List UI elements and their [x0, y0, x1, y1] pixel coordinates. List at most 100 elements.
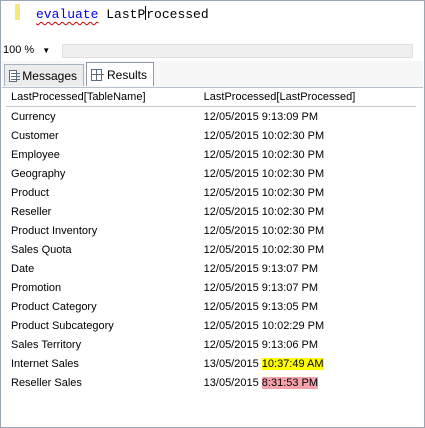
time-value: 9:13:09 PM — [261, 110, 319, 123]
table-row: Internet Sales 13/05/2015 10:37:49 AM — [6, 354, 416, 373]
time-value: 8:31:53 PM — [261, 376, 319, 389]
cell-table-name[interactable]: Reseller Sales — [6, 373, 199, 392]
date-value: 12/05/2015 — [203, 129, 259, 142]
cell-table-name[interactable]: Promotion — [6, 278, 199, 297]
column-header-table-name[interactable]: LastProcessed[TableName] — [6, 88, 199, 107]
tab-results-label: Results — [106, 67, 147, 82]
results-table: LastProcessed[TableName] LastProcessed[L… — [6, 88, 416, 392]
cell-table-name[interactable]: Geography — [6, 164, 199, 183]
date-value: 12/05/2015 — [203, 224, 259, 237]
query-editor[interactable]: evaluate LastProcessed — [2, 2, 423, 40]
zoom-dropdown[interactable]: 100 % ▼ — [3, 42, 50, 58]
table-header-row: LastProcessed[TableName] LastProcessed[L… — [6, 88, 416, 107]
results-grid: LastProcessed[TableName] LastProcessed[L… — [2, 88, 423, 426]
time-value: 10:02:30 PM — [261, 243, 325, 256]
cell-table-name[interactable]: Product — [6, 183, 199, 202]
date-value: 12/05/2015 — [203, 281, 259, 294]
editor-margin — [2, 2, 24, 40]
time-value: 10:02:30 PM — [261, 148, 325, 161]
tab-messages[interactable]: Messages — [4, 64, 84, 86]
time-value: 9:13:05 PM — [261, 300, 319, 313]
cell-last-processed[interactable]: 12/05/2015 9:13:06 PM — [199, 335, 416, 354]
change-marker — [15, 4, 20, 20]
cell-table-name[interactable]: Product Subcategory — [6, 316, 199, 335]
table-row: Geography 12/05/2015 10:02:30 PM — [6, 164, 416, 183]
date-value: 13/05/2015 — [203, 376, 259, 389]
cell-last-processed[interactable]: 13/05/2015 10:37:49 AM — [199, 354, 416, 373]
cell-table-name[interactable]: Reseller — [6, 202, 199, 221]
zoom-value: 100 % — [3, 44, 35, 56]
cell-table-name[interactable]: Internet Sales — [6, 354, 199, 373]
time-value: 9:13:07 PM — [261, 262, 319, 275]
table-row: Date 12/05/2015 9:13:07 PM — [6, 259, 416, 278]
cell-table-name[interactable]: Date — [6, 259, 199, 278]
cell-last-processed[interactable]: 12/05/2015 9:13:07 PM — [199, 278, 416, 297]
code-text-before-caret: LastP — [106, 7, 146, 22]
cell-table-name[interactable]: Currency — [6, 107, 199, 127]
time-value: 10:02:30 PM — [261, 167, 325, 180]
grid-icon — [91, 68, 104, 81]
date-value: 12/05/2015 — [203, 338, 259, 351]
cell-table-name[interactable]: Sales Quota — [6, 240, 199, 259]
tab-messages-label: Messages — [22, 68, 77, 83]
cell-last-processed[interactable]: 12/05/2015 10:02:30 PM — [199, 202, 416, 221]
date-value: 12/05/2015 — [203, 262, 259, 275]
cell-last-processed[interactable]: 12/05/2015 10:02:30 PM — [199, 145, 416, 164]
date-value: 12/05/2015 — [203, 167, 259, 180]
table-row: Customer 12/05/2015 10:02:30 PM — [6, 126, 416, 145]
cell-last-processed[interactable]: 12/05/2015 10:02:30 PM — [199, 164, 416, 183]
zoom-bar: 100 % ▼ — [2, 41, 423, 59]
time-value: 10:02:29 PM — [261, 319, 325, 332]
cell-last-processed[interactable]: 12/05/2015 9:13:07 PM — [199, 259, 416, 278]
cell-table-name[interactable]: Product Inventory — [6, 221, 199, 240]
results-tabs: Messages Results — [2, 61, 423, 88]
cell-last-processed[interactable]: 12/05/2015 9:13:05 PM — [199, 297, 416, 316]
date-value: 12/05/2015 — [203, 243, 259, 256]
cell-last-processed[interactable]: 12/05/2015 10:02:30 PM — [199, 240, 416, 259]
cell-table-name[interactable]: Customer — [6, 126, 199, 145]
messages-icon — [9, 69, 21, 82]
time-value: 9:13:07 PM — [261, 281, 319, 294]
time-value: 10:02:30 PM — [261, 129, 325, 142]
cell-table-name[interactable]: Employee — [6, 145, 199, 164]
table-row: Reseller Sales 13/05/2015 8:31:53 PM — [6, 373, 416, 392]
table-row: Product Inventory 12/05/2015 10:02:30 PM — [6, 221, 416, 240]
table-row: Product Subcategory 12/05/2015 10:02:29 P… — [6, 316, 416, 335]
code-text-after-caret: rocessed — [146, 7, 209, 22]
date-value: 12/05/2015 — [203, 148, 259, 161]
table-row: Sales Quota 12/05/2015 10:02:30 PM — [6, 240, 416, 259]
date-value: 13/05/2015 — [203, 357, 259, 370]
table-row: Product Category 12/05/2015 9:13:05 PM — [6, 297, 416, 316]
table-row: Employee 12/05/2015 10:02:30 PM — [6, 145, 416, 164]
table-row: Currency 12/05/2015 9:13:09 PM — [6, 107, 416, 127]
horizontal-scrollbar[interactable] — [62, 44, 413, 58]
date-value: 12/05/2015 — [203, 186, 259, 199]
tab-results[interactable]: Results — [86, 62, 154, 86]
cell-table-name[interactable]: Sales Territory — [6, 335, 199, 354]
cell-last-processed[interactable]: 12/05/2015 10:02:30 PM — [199, 221, 416, 240]
table-row: Product 12/05/2015 10:02:30 PM — [6, 183, 416, 202]
chevron-down-icon[interactable]: ▼ — [42, 46, 50, 55]
cell-last-processed[interactable]: 12/05/2015 10:02:29 PM — [199, 316, 416, 335]
cell-last-processed[interactable]: 12/05/2015 10:02:30 PM — [199, 183, 416, 202]
table-row: Promotion 12/05/2015 9:13:07 PM — [6, 278, 416, 297]
date-value: 12/05/2015 — [203, 319, 259, 332]
cell-last-processed[interactable]: 12/05/2015 10:02:30 PM — [199, 126, 416, 145]
date-value: 12/05/2015 — [203, 205, 259, 218]
date-value: 12/05/2015 — [203, 110, 259, 123]
time-value: 10:37:49 AM — [261, 357, 324, 370]
time-value: 9:13:06 PM — [261, 338, 319, 351]
query-code[interactable]: evaluate LastProcessed — [36, 6, 209, 22]
table-row: Sales Territory 12/05/2015 9:13:06 PM — [6, 335, 416, 354]
cell-table-name[interactable]: Product Category — [6, 297, 199, 316]
keyword-evaluate: evaluate — [36, 7, 99, 22]
table-row: Reseller 12/05/2015 10:02:30 PM — [6, 202, 416, 221]
cell-last-processed[interactable]: 12/05/2015 9:13:09 PM — [199, 107, 416, 127]
column-header-last-processed[interactable]: LastProcessed[LastProcessed] — [198, 88, 416, 107]
cell-last-processed[interactable]: 13/05/2015 8:31:53 PM — [199, 373, 416, 392]
time-value: 10:02:30 PM — [261, 224, 325, 237]
query-window: evaluate LastProcessed 100 % ▼ Messages … — [0, 0, 425, 428]
time-value: 10:02:30 PM — [261, 186, 325, 199]
time-value: 10:02:30 PM — [261, 205, 325, 218]
date-value: 12/05/2015 — [203, 300, 259, 313]
